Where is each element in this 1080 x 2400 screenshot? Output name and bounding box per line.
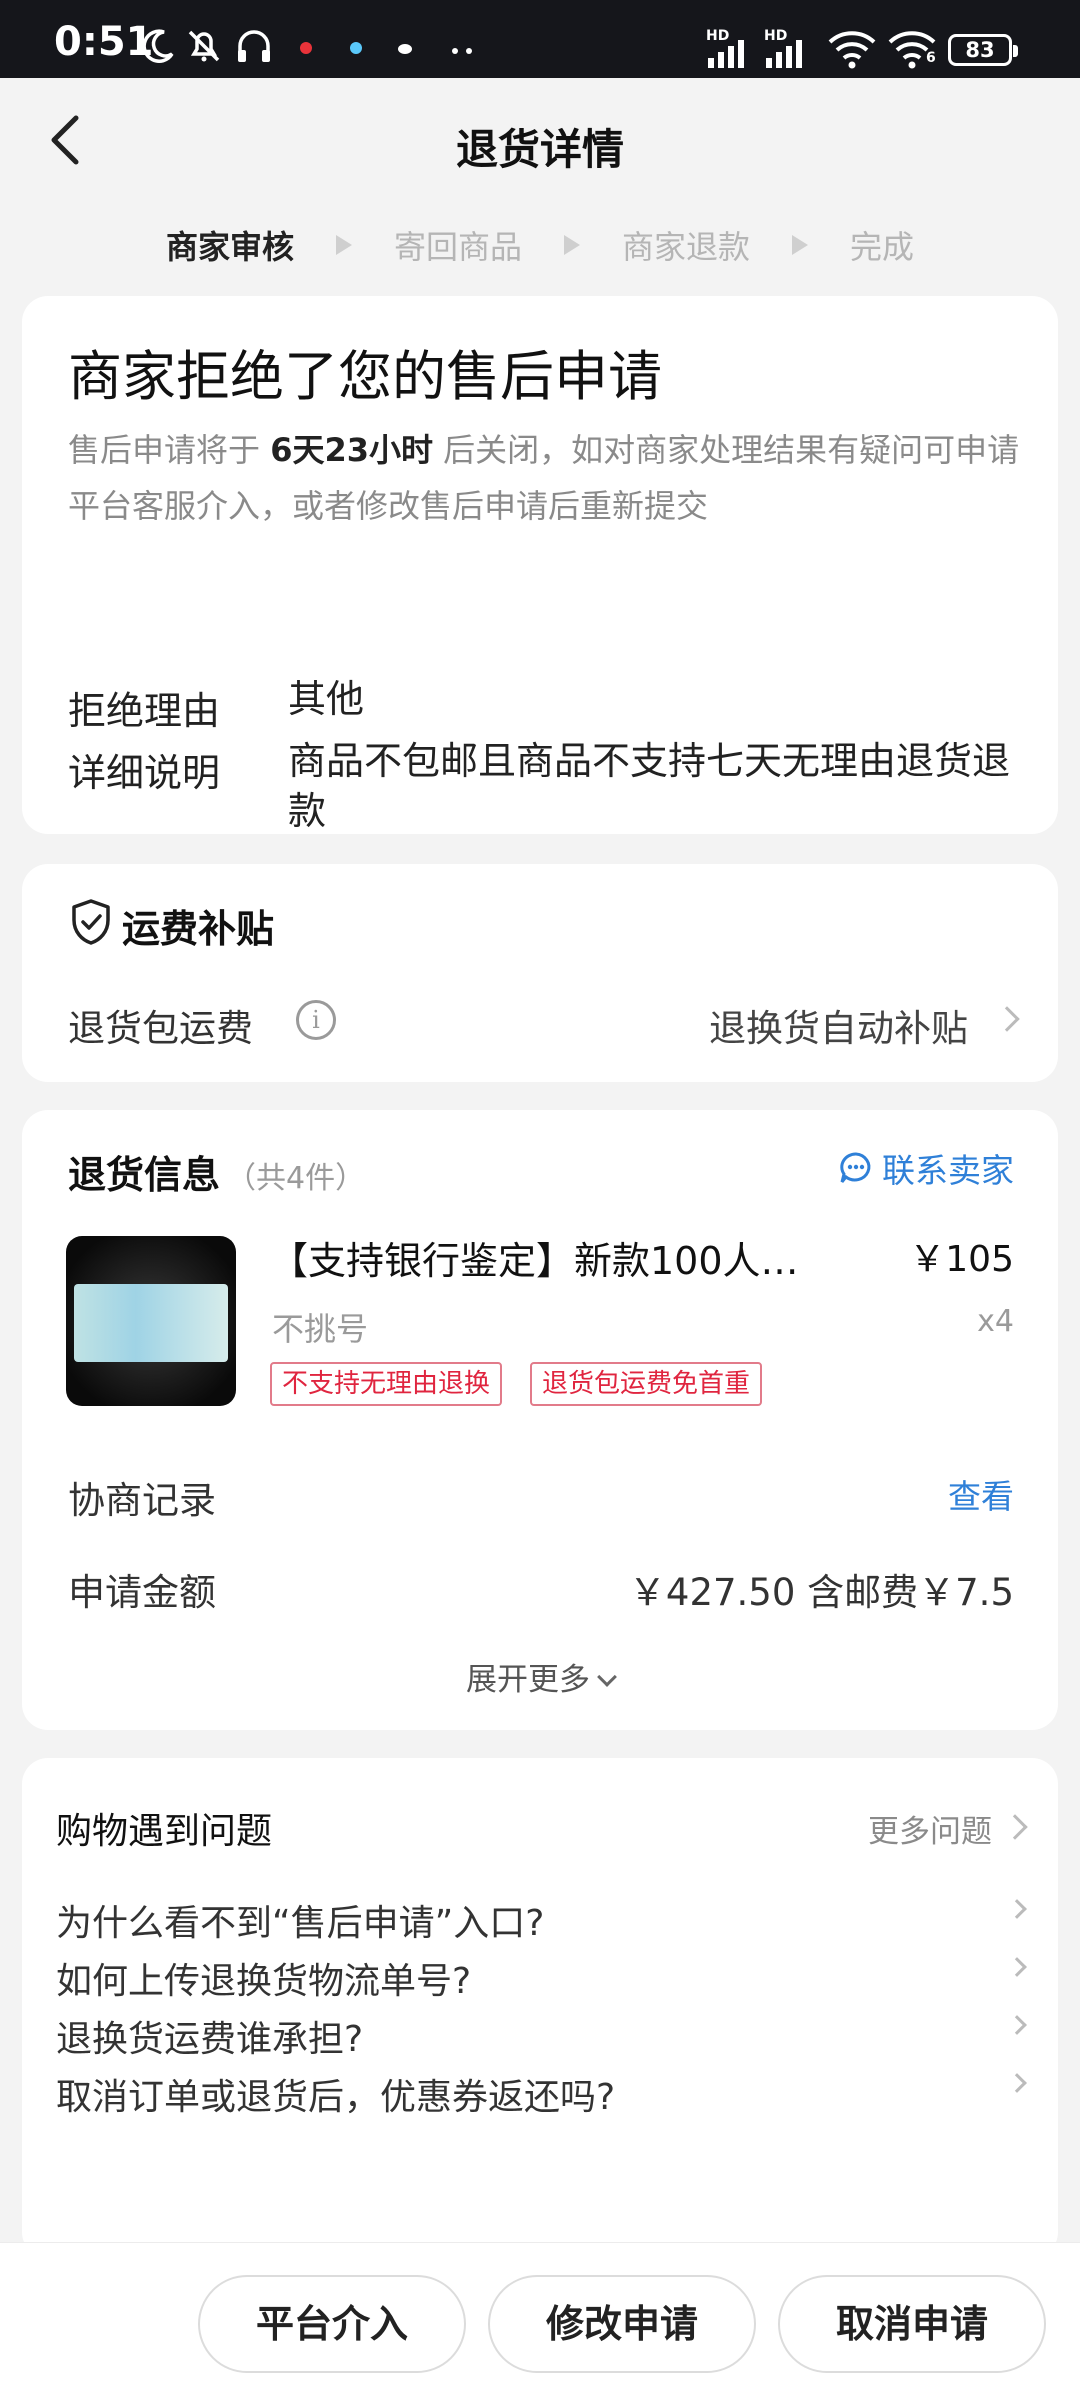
expand-more-label: 展开更多 xyxy=(466,1662,590,1698)
faq-item[interactable]: 为什么看不到“售后申请”入口? xyxy=(56,1894,544,1946)
chevron-right-icon[interactable] xyxy=(1007,2015,1027,2035)
step-complete: 完成 xyxy=(850,228,915,266)
app-notification-icon xyxy=(300,42,312,54)
return-shipping-label: 退货包运费 xyxy=(68,1007,253,1050)
step-merchant-review: 商家审核 xyxy=(165,228,294,266)
product-price: ￥105 xyxy=(909,1239,1014,1280)
tag-no-unconditional-return: 不支持无理由退换 xyxy=(270,1362,503,1406)
detail-value: 商品不包邮且商品不支持七天无理由退货退款 xyxy=(288,739,1011,833)
platform-intervention-button[interactable]: 平台介入 xyxy=(198,2275,466,2373)
product-thumbnail[interactable] xyxy=(66,1236,236,1406)
chevron-right-icon[interactable] xyxy=(1002,1814,1028,1840)
faq-item[interactable]: 如何上传退换货物流单号? xyxy=(56,1952,471,2004)
refund-amount-label: 申请金额 xyxy=(68,1571,216,1614)
status-title: 商家拒绝了您的售后申请 xyxy=(68,345,662,408)
nav-bar: 退货详情 xyxy=(0,78,1080,202)
signal-icon xyxy=(708,40,744,68)
chevron-right-icon[interactable] xyxy=(1007,1899,1027,1919)
auto-subsidy-value[interactable]: 退换货自动补贴 xyxy=(709,998,968,1052)
shield-check-icon xyxy=(72,899,110,945)
return-info-title: 退货信息 （共4件） xyxy=(68,1144,365,1199)
more-notifications-icon xyxy=(466,48,472,54)
step-return-goods: 寄回商品 xyxy=(393,228,522,266)
negotiation-record-label: 协商记录 xyxy=(68,1479,216,1522)
more-questions-link[interactable]: 更多问题 xyxy=(868,1806,992,1851)
status-card: 商家拒绝了您的售后申请 售后申请将于 6天23小时 后关闭，如对商家处理结果有疑… xyxy=(22,296,1058,834)
modify-request-button[interactable]: 修改申请 xyxy=(488,2275,756,2373)
status-bar: 0:51 HD HD 6 83 xyxy=(0,0,1080,78)
contact-seller-button[interactable]: 联系卖家 xyxy=(838,1144,1014,1192)
status-description: 售后申请将于 6天23小时 后关闭，如对商家处理结果有疑问可申请平台客服介入，或… xyxy=(68,422,1028,534)
faq-item[interactable]: 取消订单或退货后，优惠券返还吗? xyxy=(56,2068,615,2120)
reject-reason-value: 其他 xyxy=(288,677,365,721)
headphones-icon xyxy=(238,30,270,62)
chevron-right-icon[interactable] xyxy=(1007,1957,1027,1977)
step-merchant-refund: 商家退款 xyxy=(622,228,751,266)
battery-icon: 83 xyxy=(948,34,1018,66)
app-notification-icon xyxy=(350,42,362,54)
item-count: （共4件） xyxy=(226,1161,366,1196)
faq-card: 购物遇到问题 更多问题 为什么看不到“售后申请”入口? 如何上传退换货物流单号?… xyxy=(22,1758,1058,2258)
step-arrow-icon xyxy=(792,235,809,255)
faq-item[interactable]: 退换货运费谁承担? xyxy=(56,2010,363,2062)
subsidy-title: 运费补贴 xyxy=(122,907,275,951)
chevron-right-icon[interactable] xyxy=(1007,2073,1027,2093)
wifi-6-label: 6 xyxy=(926,50,936,66)
cancel-request-button[interactable]: 取消申请 xyxy=(778,2275,1046,2373)
app-notification-icon xyxy=(398,44,412,54)
refund-amount-value: ￥427.50 含邮费￥7.5 xyxy=(628,1571,1014,1614)
signal-icon xyxy=(766,40,802,68)
tag-free-return-shipping: 退货包运费免首重 xyxy=(530,1362,763,1406)
detail-label: 详细说明 xyxy=(68,751,221,795)
chevron-right-icon[interactable] xyxy=(994,1006,1020,1032)
info-icon[interactable]: i xyxy=(296,1000,336,1040)
desc-prefix: 售后申请将于 xyxy=(68,431,261,469)
view-negotiation-link[interactable]: 查看 xyxy=(948,1470,1014,1518)
reject-reason-label: 拒绝理由 xyxy=(68,689,221,733)
expand-more-button[interactable]: 展开更多 xyxy=(22,1654,1058,1699)
more-notifications-icon xyxy=(452,48,458,54)
shipping-subsidy-card: 运费补贴 退货包运费 i 退换货自动补贴 xyxy=(22,864,1058,1082)
progress-steps: 商家审核 寄回商品 商家退款 完成 xyxy=(0,222,1080,268)
product-quantity: x4 xyxy=(977,1304,1014,1339)
banknote-image xyxy=(74,1284,228,1362)
desc-time-remaining: 6天23小时 xyxy=(270,431,433,469)
return-info-heading: 退货信息 xyxy=(68,1153,221,1197)
wifi-icon xyxy=(828,31,876,69)
step-arrow-icon xyxy=(335,235,352,255)
chat-icon xyxy=(840,1152,871,1183)
return-info-card: 退货信息 （共4件） 联系卖家 【支持银行鉴定】新款100人… ￥105 不挑号 … xyxy=(22,1110,1058,1730)
faq-title: 购物遇到问题 xyxy=(56,1811,273,1852)
bottom-action-bar: 平台介入 修改申请 取消申请 xyxy=(0,2242,1080,2400)
page-title: 退货详情 xyxy=(455,125,624,174)
moon-icon xyxy=(142,29,174,63)
product-name[interactable]: 【支持银行鉴定】新款100人… xyxy=(270,1230,810,1285)
product-spec: 不挑号 xyxy=(272,1310,369,1348)
step-arrow-icon xyxy=(564,235,580,255)
bell-off-icon xyxy=(188,30,220,62)
chevron-down-icon xyxy=(597,1667,617,1687)
contact-seller-label: 联系卖家 xyxy=(882,1151,1014,1190)
